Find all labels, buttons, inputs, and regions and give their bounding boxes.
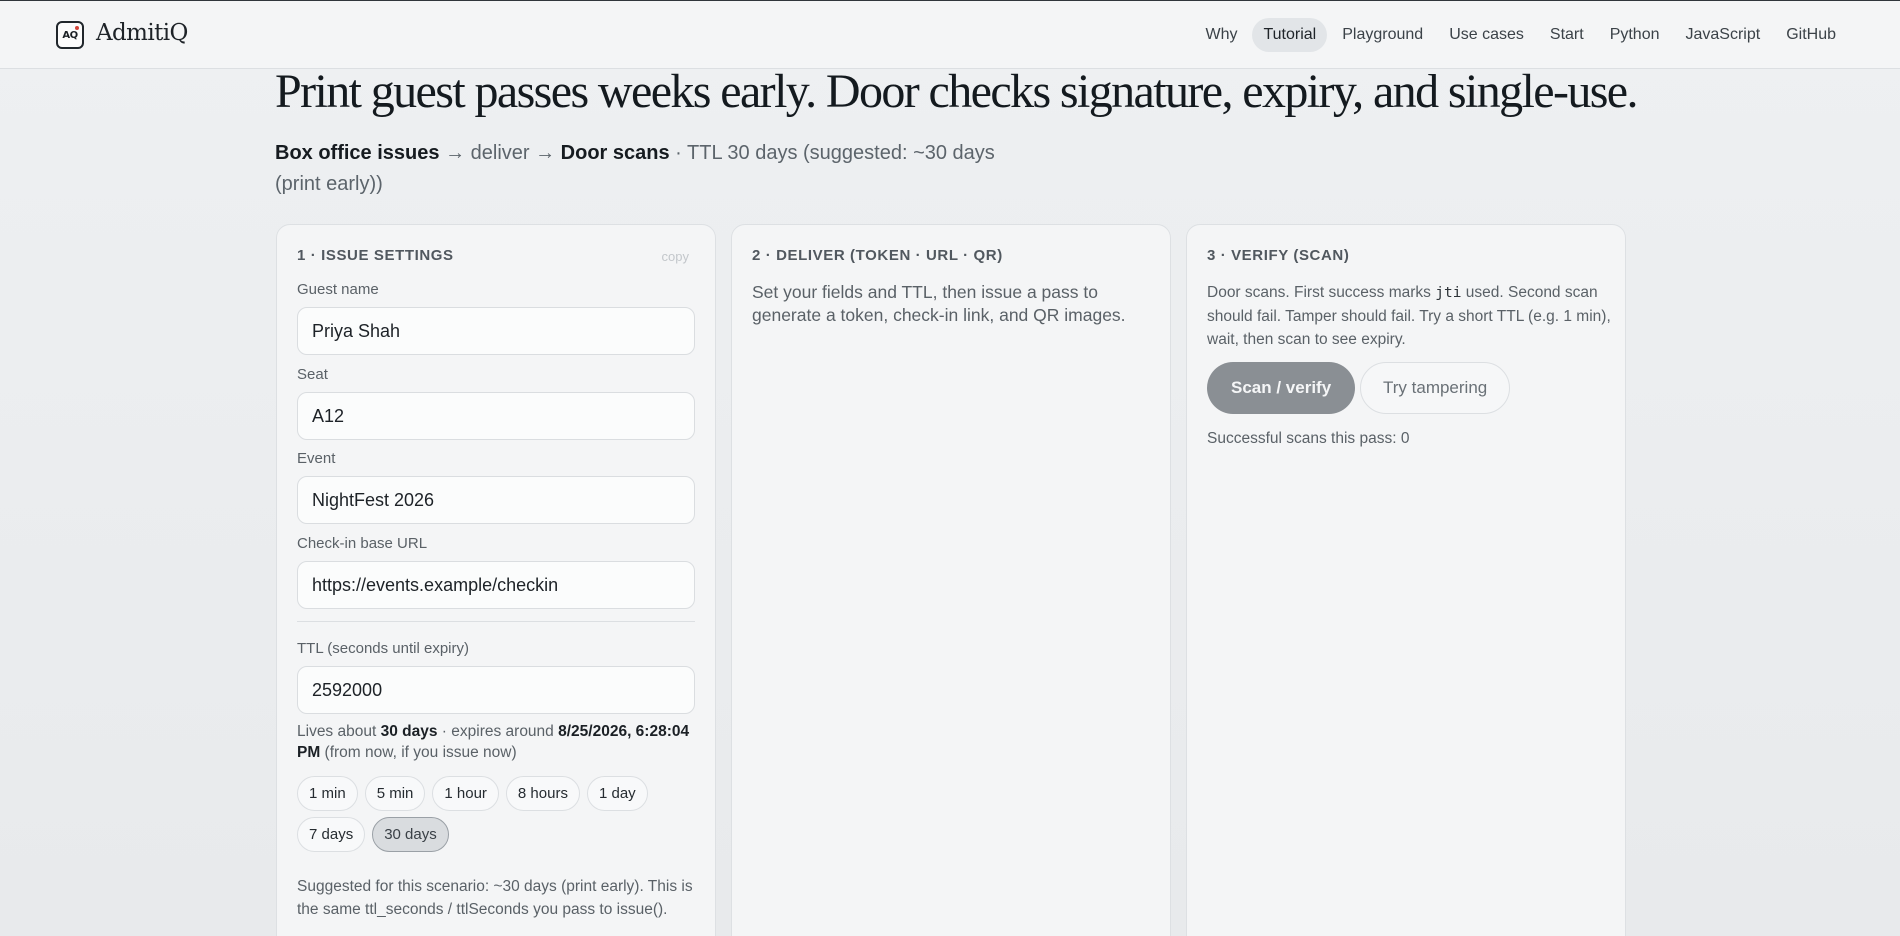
nav-item-start[interactable]: Start	[1539, 18, 1595, 52]
lifetime-value: 30 days	[380, 723, 438, 740]
flow-summary: Box office issues → deliver → Door scans…	[275, 138, 1045, 200]
flow-verifier: Door scans	[560, 142, 670, 164]
expiry-summary: Lives about 30 days · expires around 8/2…	[297, 721, 707, 763]
issue-settings-card: 1 · Issue settings copy Guest name Seat …	[276, 224, 716, 936]
ttl-presets-row-2: 7 days 30 days	[297, 817, 449, 852]
page-title: Print guest passes weeks early. Door che…	[275, 65, 1639, 118]
preset-7-days[interactable]: 7 days	[297, 817, 366, 852]
expiry-suffix: (from now, if you issue now)	[320, 744, 517, 761]
copy-button[interactable]: copy	[662, 249, 689, 264]
expiry-prefix: Lives about	[297, 723, 381, 740]
nav-item-use-cases[interactable]: Use cases	[1438, 18, 1535, 52]
verify-card: 3 · Verify (scan) Door scans. First succ…	[1186, 224, 1626, 936]
event-input[interactable]	[297, 476, 695, 524]
nav-item-why[interactable]: Why	[1194, 18, 1248, 52]
ttl-input[interactable]	[297, 666, 695, 714]
guest-name-input[interactable]	[297, 307, 695, 355]
nav-item-tutorial[interactable]: Tutorial	[1252, 18, 1328, 52]
preset-1-hour[interactable]: 1 hour	[432, 776, 499, 811]
preset-8-hours[interactable]: 8 hours	[505, 776, 580, 811]
preset-1-day[interactable]: 1 day	[586, 776, 648, 811]
deliver-card: 2 · Deliver (token · URL · QR) Set your …	[731, 224, 1171, 936]
preset-30-days[interactable]: 30 days	[372, 817, 449, 852]
ttl-label: TTL (seconds until expiry)	[297, 640, 470, 657]
verify-desc-start: Door scans. First success marks	[1207, 284, 1436, 301]
verify-description: Door scans. First success marks jti used…	[1207, 281, 1617, 351]
preset-1-min[interactable]: 1 min	[297, 776, 358, 811]
flow-deliver: → deliver →	[439, 142, 561, 164]
expiry-mid: · expires around	[437, 723, 559, 740]
nav-item-playground[interactable]: Playground	[1331, 18, 1434, 52]
ttl-presets-row-1: 1 min 5 min 1 hour 8 hours 1 day	[297, 776, 648, 811]
nav-item-github[interactable]: GitHub	[1775, 18, 1847, 52]
logo-text: AQ	[62, 29, 78, 41]
nav-item-javascript[interactable]: JavaScript	[1675, 18, 1772, 52]
nav-item-python[interactable]: Python	[1599, 18, 1671, 52]
brand-name[interactable]: AdmitiQ	[96, 20, 188, 46]
logo-dot-icon	[75, 26, 79, 30]
checkin-url-input[interactable]	[297, 561, 695, 609]
seat-input[interactable]	[297, 392, 695, 440]
logo-icon[interactable]: AQ	[56, 21, 84, 49]
seat-label: Seat	[297, 366, 328, 383]
jti-code: jti	[1435, 285, 1462, 301]
verify-title: 3 · Verify (scan)	[1207, 247, 1350, 264]
preset-5-min[interactable]: 5 min	[364, 776, 426, 811]
top-navigation-bar: AQ AdmitiQ Why Tutorial Playground Use c…	[0, 0, 1900, 69]
flow-issuer: Box office issues	[275, 142, 440, 164]
main-nav: Why Tutorial Playground Use cases Start …	[1194, 18, 1847, 52]
event-label: Event	[297, 450, 336, 467]
deliver-title: 2 · Deliver (token · URL · QR)	[752, 247, 1003, 264]
scan-verify-button[interactable]: Scan / verify	[1207, 362, 1356, 414]
deliver-description: Set your fields and TTL, then issue a pa…	[752, 282, 1126, 325]
checkin-url-label: Check-in base URL	[297, 535, 428, 552]
issue-settings-title: 1 · Issue settings	[297, 247, 454, 264]
guest-name-label: Guest name	[297, 281, 379, 298]
try-tampering-button[interactable]: Try tampering	[1360, 362, 1511, 414]
scan-count-status: Successful scans this pass: 0	[1207, 430, 1410, 447]
suggested-ttl-note: Suggested for this scenario: ~30 days (p…	[297, 878, 693, 918]
section-divider	[297, 621, 695, 622]
